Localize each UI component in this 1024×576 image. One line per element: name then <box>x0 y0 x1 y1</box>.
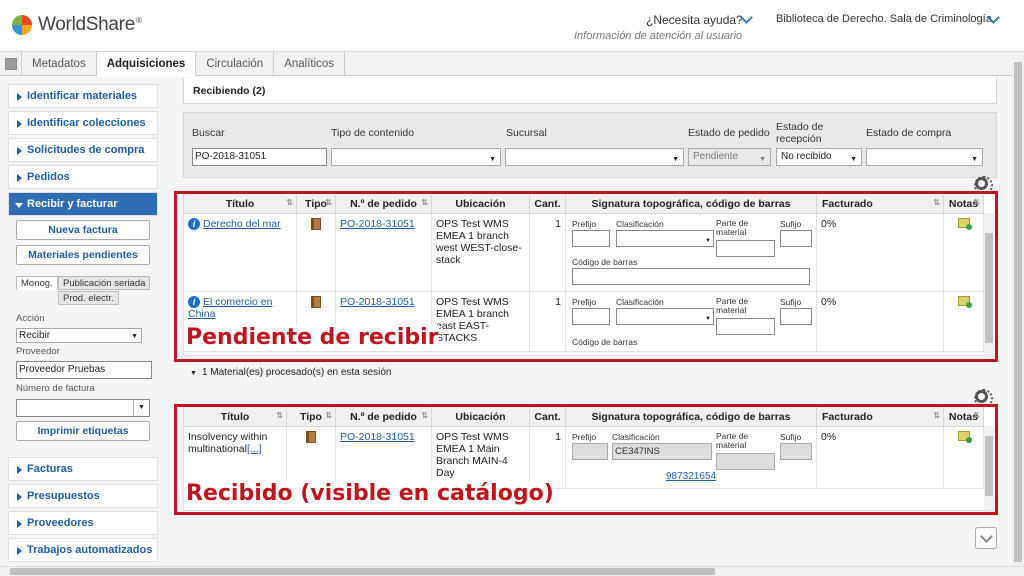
sucursal-label: Sucursal <box>506 127 547 139</box>
materiales-pendientes-button[interactable]: Materiales pendientes <box>16 245 150 265</box>
caret-down-icon: ▼ <box>190 370 197 377</box>
accion-label: Acción <box>16 313 45 324</box>
sidebar-item-solicitudes-compra[interactable]: Solicitudes de compra <box>8 138 158 162</box>
subtab-publicacion-seriada[interactable]: Publicación seriada <box>58 276 151 290</box>
scroll-down-button[interactable] <box>975 527 997 549</box>
module-tabs: Metadatos Adquisiciones Circulación Anal… <box>0 52 1024 76</box>
collapse-icon <box>4 58 17 70</box>
page-vertical-scrollbar[interactable] <box>1012 52 1024 566</box>
sidebar-item-recibir-facturar[interactable]: Recibir y facturar <box>8 192 158 216</box>
subtab-monog[interactable]: Monog. <box>16 276 58 290</box>
help-subtitle: Información de atención al usuario <box>574 30 743 42</box>
processed-toggle[interactable]: ▼ 1 Material(es) procesado(s) en esta ses… <box>190 367 391 378</box>
sidebar-item-pedidos[interactable]: Pedidos <box>8 165 158 189</box>
buscar-input[interactable]: PO-2018-31051 <box>192 148 327 166</box>
sidebar-item-trabajos-automatizados[interactable]: Trabajos automatizados <box>8 538 158 562</box>
nueva-factura-button[interactable]: Nueva factura <box>16 220 150 240</box>
tipo-contenido-select[interactable] <box>331 148 501 168</box>
chevron-down-icon <box>980 530 993 543</box>
collapse-sidebar-button[interactable] <box>0 52 22 76</box>
settings-gear-icon[interactable] <box>974 389 993 408</box>
estado-recepcion-select[interactable]: No recibido <box>776 148 862 168</box>
estado-recepcion-label: Estado de recepción <box>776 121 824 145</box>
sidebar-item-identificar-colecciones[interactable]: Identificar colecciones <box>8 111 158 135</box>
sidebar-item-proveedores[interactable]: Proveedores <box>8 511 158 535</box>
received-annotation: Recibido (visible en catálogo) <box>186 481 554 506</box>
estado-pedido-select: Pendiente <box>688 148 771 168</box>
library-name[interactable]: Biblioteca de Derecho. Sala de Criminolo… <box>776 13 992 25</box>
imprimir-etiquetas-button[interactable]: Imprimir etiquetas <box>16 421 150 441</box>
filter-bar: Buscar PO-2018-31051 Tipo de contenido S… <box>183 112 997 178</box>
tab-circulacion[interactable]: Circulación <box>196 52 275 76</box>
sucursal-select[interactable] <box>505 148 684 168</box>
tab-adquisiciones[interactable]: Adquisiciones <box>96 52 197 76</box>
brand-name: WorldShare <box>38 14 135 35</box>
buscar-label: Buscar <box>192 127 225 139</box>
sidebar-item-identificar-materiales[interactable]: Identificar materiales <box>8 84 158 108</box>
processed-label: 1 Material(es) procesado(s) en esta sesi… <box>201 367 392 378</box>
worldshare-logo[interactable]: WorldShare ® <box>12 12 142 38</box>
proveedor-label: Proveedor <box>16 346 60 357</box>
help-link[interactable]: ¿Necesita ayuda? <box>646 13 743 27</box>
tipo-contenido-label: Tipo de contenido <box>331 127 415 139</box>
estado-pedido-label: Estado de pedido <box>688 127 770 139</box>
tab-analiticos[interactable]: Analíticos <box>274 52 346 76</box>
worldshare-logo-icon <box>12 15 32 35</box>
receiving-header: Recibiendo (2) <box>183 78 997 104</box>
subtab-prod-electr[interactable]: Prod. electr. <box>58 291 119 305</box>
tab-metadatos[interactable]: Metadatos <box>22 52 97 76</box>
sidebar-item-presupuestos[interactable]: Presupuestos <box>8 484 158 508</box>
proveedor-input[interactable]: Proveedor Pruebas <box>16 361 152 379</box>
settings-gear-icon[interactable] <box>974 176 993 195</box>
accion-select[interactable]: Recibir <box>16 328 142 343</box>
app-header: WorldShare ® ¿Necesita ayuda? Información… <box>0 0 1024 52</box>
factura-label: Número de factura <box>16 383 95 394</box>
sidebar-item-facturas[interactable]: Facturas <box>8 457 158 481</box>
factura-combo[interactable]: ▼ <box>16 399 150 417</box>
pending-annotation: Pendiente de recibir <box>186 325 439 350</box>
estado-compra-label: Estado de compra <box>866 127 952 139</box>
estado-compra-select[interactable] <box>866 148 983 168</box>
chevron-down-icon[interactable]: ▼ <box>133 400 149 416</box>
page-horizontal-scrollbar[interactable] <box>0 566 1024 576</box>
